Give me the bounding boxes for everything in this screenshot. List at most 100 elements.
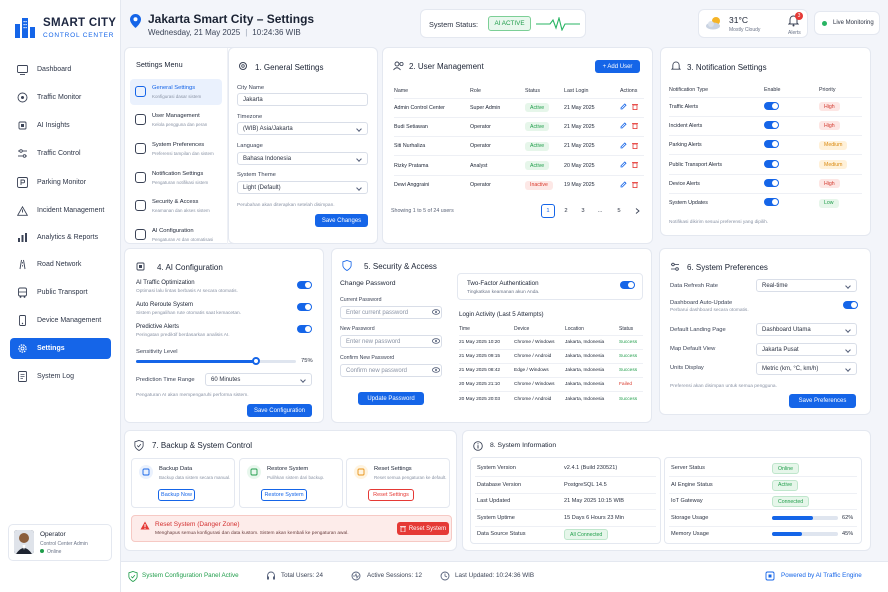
- sidebar-item-public-transport[interactable]: Public Transport: [10, 282, 111, 303]
- user-role: Analyst: [470, 162, 488, 169]
- theme-select[interactable]: Light (Default): [237, 181, 368, 194]
- edit-icon[interactable]: [620, 142, 627, 151]
- change-password-title: Change Password: [340, 280, 396, 287]
- toggle-switch[interactable]: [764, 159, 779, 168]
- settings-menu-item-ai-configuration[interactable]: AI Configuration Pengaturan AI dan otomat…: [130, 222, 222, 248]
- city-logo-icon: [14, 15, 36, 39]
- reset-system-button[interactable]: Reset System: [397, 522, 449, 535]
- edit-icon[interactable]: [620, 103, 627, 112]
- backup-option-desc: Backup data sistem secara manual.: [159, 475, 231, 480]
- timezone-select[interactable]: (WIB) Asia/Jakarta: [237, 122, 368, 135]
- edit-icon[interactable]: [620, 161, 627, 170]
- sidebar-item-ai-insights[interactable]: AI Insights: [10, 115, 111, 136]
- toggle-switch[interactable]: [764, 178, 779, 187]
- trash-icon[interactable]: [632, 142, 638, 151]
- ai-option-toggle[interactable]: [297, 325, 312, 335]
- language-select[interactable]: Bahasa Indonesia: [237, 152, 368, 165]
- login-location: Jakarta, Indonesia: [565, 396, 605, 402]
- usage-value: 45%: [842, 531, 854, 537]
- update-password-button[interactable]: Update Password: [358, 392, 424, 405]
- live-monitoring-badge[interactable]: Live Monitoring: [814, 11, 880, 35]
- save-preferences-button[interactable]: Save Preferences: [789, 394, 856, 408]
- save-configuration-button[interactable]: Save Configuration: [247, 404, 312, 417]
- user-profile-card[interactable]: Operator Control Center Admin Online: [8, 524, 112, 561]
- new-password-input[interactable]: Enter new password: [340, 335, 442, 348]
- map-view-select[interactable]: Jakarta Pusat: [756, 343, 857, 356]
- eye-icon[interactable]: [432, 309, 440, 317]
- security-access-title: 5. Security & Access: [364, 262, 437, 271]
- pagination-next-icon[interactable]: [630, 204, 644, 218]
- edit-icon[interactable]: [620, 122, 627, 131]
- sidebar-item-label: AI Insights: [37, 122, 70, 129]
- sidebar-item-road-network[interactable]: Road Network: [10, 254, 111, 275]
- backup-option-button[interactable]: Restore System: [261, 489, 307, 501]
- prediction-range-select[interactable]: 60 Minutes: [205, 373, 312, 386]
- sidebar-item-settings[interactable]: Settings: [10, 338, 111, 359]
- pagination-page-5[interactable]: 5: [612, 204, 626, 218]
- eye-icon[interactable]: [432, 367, 440, 375]
- save-changes-button[interactable]: Save Changes: [315, 214, 368, 227]
- backup-option-button[interactable]: Backup Now: [158, 489, 195, 501]
- notifications-table-header: Notification Type: [669, 87, 709, 94]
- current-password-input[interactable]: Enter current password: [340, 306, 442, 319]
- settings-menu-item-system-preferences[interactable]: System Preferences Preferensi tampilan da…: [130, 136, 222, 162]
- pagination-page-1[interactable]: 1: [541, 204, 555, 218]
- sensitivity-slider[interactable]: [136, 357, 296, 365]
- pagination-page-3[interactable]: 3: [576, 204, 590, 218]
- two-factor-toggle[interactable]: [620, 281, 635, 291]
- table-row: Budi Setiawan Operator Active 21 May 2025: [394, 117, 644, 136]
- toggle-switch[interactable]: [297, 281, 312, 289]
- toggle-switch[interactable]: [297, 303, 312, 311]
- toggle-switch[interactable]: [764, 120, 779, 129]
- theme-label: System Theme: [237, 172, 276, 178]
- sidebar-item-parking-monitor[interactable]: Parking Monitor: [10, 172, 111, 193]
- trash-icon[interactable]: [632, 181, 638, 190]
- notification-toggle[interactable]: [764, 136, 819, 155]
- auto-update-toggle[interactable]: [843, 301, 858, 311]
- landing-page-select[interactable]: Dashboard Utama: [756, 323, 857, 336]
- sidebar-item-analytics-reports[interactable]: Analytics & Reports: [10, 227, 111, 248]
- backup-option-restore-system: Restore System Pulihkan sistem dari backu…: [239, 458, 343, 508]
- warning-icon: [16, 205, 28, 217]
- backup-option-button[interactable]: Reset Settings: [368, 489, 414, 501]
- eye-icon[interactable]: [432, 338, 440, 346]
- user-name: Rizky Pratama: [394, 162, 429, 169]
- units-select[interactable]: Metric (km, °C, km/h): [756, 362, 857, 375]
- add-user-button[interactable]: + Add User: [595, 60, 640, 73]
- toggle-switch[interactable]: [764, 198, 779, 207]
- notification-toggle[interactable]: [764, 155, 819, 174]
- confirm-password-input[interactable]: Confirm new password: [340, 364, 442, 377]
- notification-toggle[interactable]: [764, 174, 819, 193]
- shield-check-icon: [134, 440, 144, 453]
- ai-option-toggle[interactable]: [297, 303, 312, 313]
- trash-icon[interactable]: [632, 103, 638, 112]
- toggle-switch[interactable]: [764, 140, 779, 149]
- user-status-cell: Active: [525, 137, 564, 156]
- toggle-switch[interactable]: [297, 325, 312, 333]
- notification-toggle[interactable]: [764, 116, 819, 135]
- notification-priority-cell: High: [819, 174, 862, 193]
- settings-menu-item-general-settings[interactable]: General Settings Konfigurasi dasar sistem: [130, 79, 222, 105]
- notification-toggle[interactable]: [764, 193, 819, 212]
- sidebar-item-system-log[interactable]: System Log: [10, 366, 111, 387]
- trash-icon[interactable]: [632, 122, 638, 131]
- sidebar-item-incident-management[interactable]: Incident Management: [10, 200, 111, 221]
- refresh-rate-select[interactable]: Real-time: [756, 279, 857, 292]
- system-information-title: 8. System Information: [490, 442, 557, 449]
- toggle-switch[interactable]: [764, 101, 779, 110]
- settings-menu-item-user-management[interactable]: User Management Kelola pengguna dan peran: [130, 107, 222, 133]
- notification-type: Public Transport Alerts: [669, 161, 722, 168]
- sensitivity-value: 75%: [301, 358, 313, 364]
- sidebar-item-traffic-control[interactable]: Traffic Control: [10, 143, 111, 164]
- pagination-page-2[interactable]: 2: [559, 204, 573, 218]
- trash-icon[interactable]: [632, 161, 638, 170]
- notification-toggle[interactable]: [764, 97, 819, 116]
- settings-menu-item-security-access[interactable]: Security & Access Keamanan dan akses sist…: [130, 193, 222, 219]
- edit-icon[interactable]: [620, 181, 627, 190]
- sidebar-item-device-management[interactable]: Device Management: [10, 310, 111, 331]
- sidebar-item-dashboard[interactable]: Dashboard: [10, 59, 111, 80]
- settings-menu-item-notification-settings[interactable]: Notification Settings Pengaturan notifika…: [130, 165, 222, 191]
- sidebar-item-traffic-monitor[interactable]: Traffic Monitor: [10, 87, 111, 108]
- city-name-input[interactable]: Jakarta: [237, 93, 368, 106]
- ai-option-toggle[interactable]: [297, 281, 312, 291]
